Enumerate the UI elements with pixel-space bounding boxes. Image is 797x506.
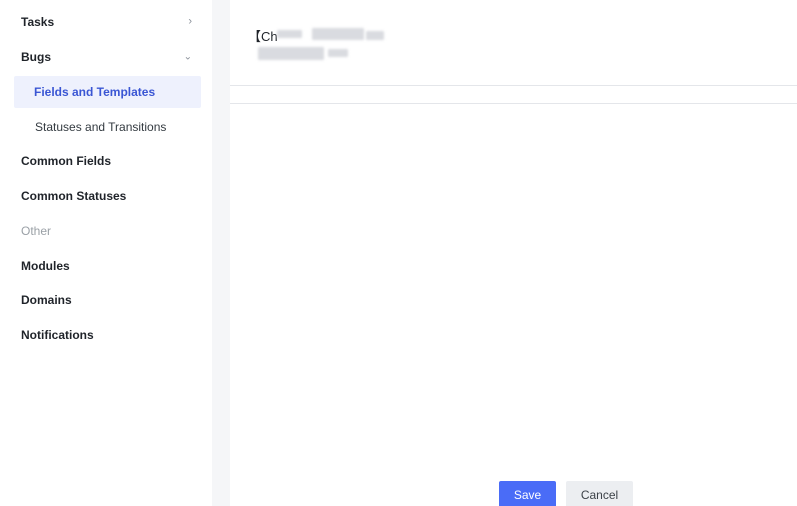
sidebar-item-notifications[interactable]: Notifications bbox=[0, 319, 212, 351]
sidebar-item-label: Tasks bbox=[21, 15, 55, 29]
sidebar-item-label: Fields and Templates bbox=[34, 85, 156, 99]
app-window: Tasks › Bugs ⌄ Fields and Templates Stat… bbox=[0, 0, 797, 506]
chevron-right-icon: › bbox=[188, 15, 192, 28]
sidebar-item-label: Notifications bbox=[21, 328, 94, 342]
sidebar-group-other: Other bbox=[0, 215, 212, 247]
main-content: 【Ch Save Cancel bbox=[230, 0, 797, 506]
sidebar-item-label: Statuses and Transitions bbox=[35, 120, 167, 134]
sidebar-item-domains[interactable]: Domains bbox=[0, 284, 212, 316]
cancel-button[interactable]: Cancel bbox=[566, 481, 633, 506]
divider bbox=[230, 103, 797, 104]
sidebar-item-tasks[interactable]: Tasks › bbox=[0, 6, 212, 38]
template-card[interactable]: 【Ch bbox=[230, 0, 797, 86]
redacted-text bbox=[277, 30, 302, 38]
sidebar-item-modules[interactable]: Modules bbox=[0, 250, 212, 282]
form-actions: Save Cancel bbox=[499, 481, 633, 506]
redacted-text bbox=[312, 28, 364, 40]
sidebar-item-label: Modules bbox=[21, 259, 70, 273]
sidebar-item-common-statuses[interactable]: Common Statuses bbox=[0, 180, 212, 212]
template-text: 【Ch bbox=[248, 29, 278, 44]
sidebar-item-fields-and-templates[interactable]: Fields and Templates bbox=[14, 76, 201, 108]
redacted-text bbox=[328, 49, 348, 57]
sidebar-item-common-fields[interactable]: Common Fields bbox=[0, 145, 212, 177]
redacted-text bbox=[258, 47, 324, 60]
redacted-text bbox=[366, 31, 384, 40]
sidebar-item-label: Common Statuses bbox=[21, 189, 127, 203]
sidebar-item-bugs[interactable]: Bugs ⌄ bbox=[0, 41, 212, 73]
sidebar: Tasks › Bugs ⌄ Fields and Templates Stat… bbox=[0, 0, 212, 506]
sidebar-item-label: Common Fields bbox=[21, 154, 112, 168]
sidebar-item-statuses-and-transitions[interactable]: Statuses and Transitions bbox=[0, 111, 212, 143]
save-button[interactable]: Save bbox=[499, 481, 556, 506]
sidebar-group-label: Other bbox=[21, 224, 52, 238]
sidebar-item-label: Domains bbox=[21, 293, 72, 307]
chevron-down-icon: ⌄ bbox=[183, 51, 192, 63]
sidebar-gutter bbox=[212, 0, 230, 506]
sidebar-item-label: Bugs bbox=[21, 50, 51, 64]
